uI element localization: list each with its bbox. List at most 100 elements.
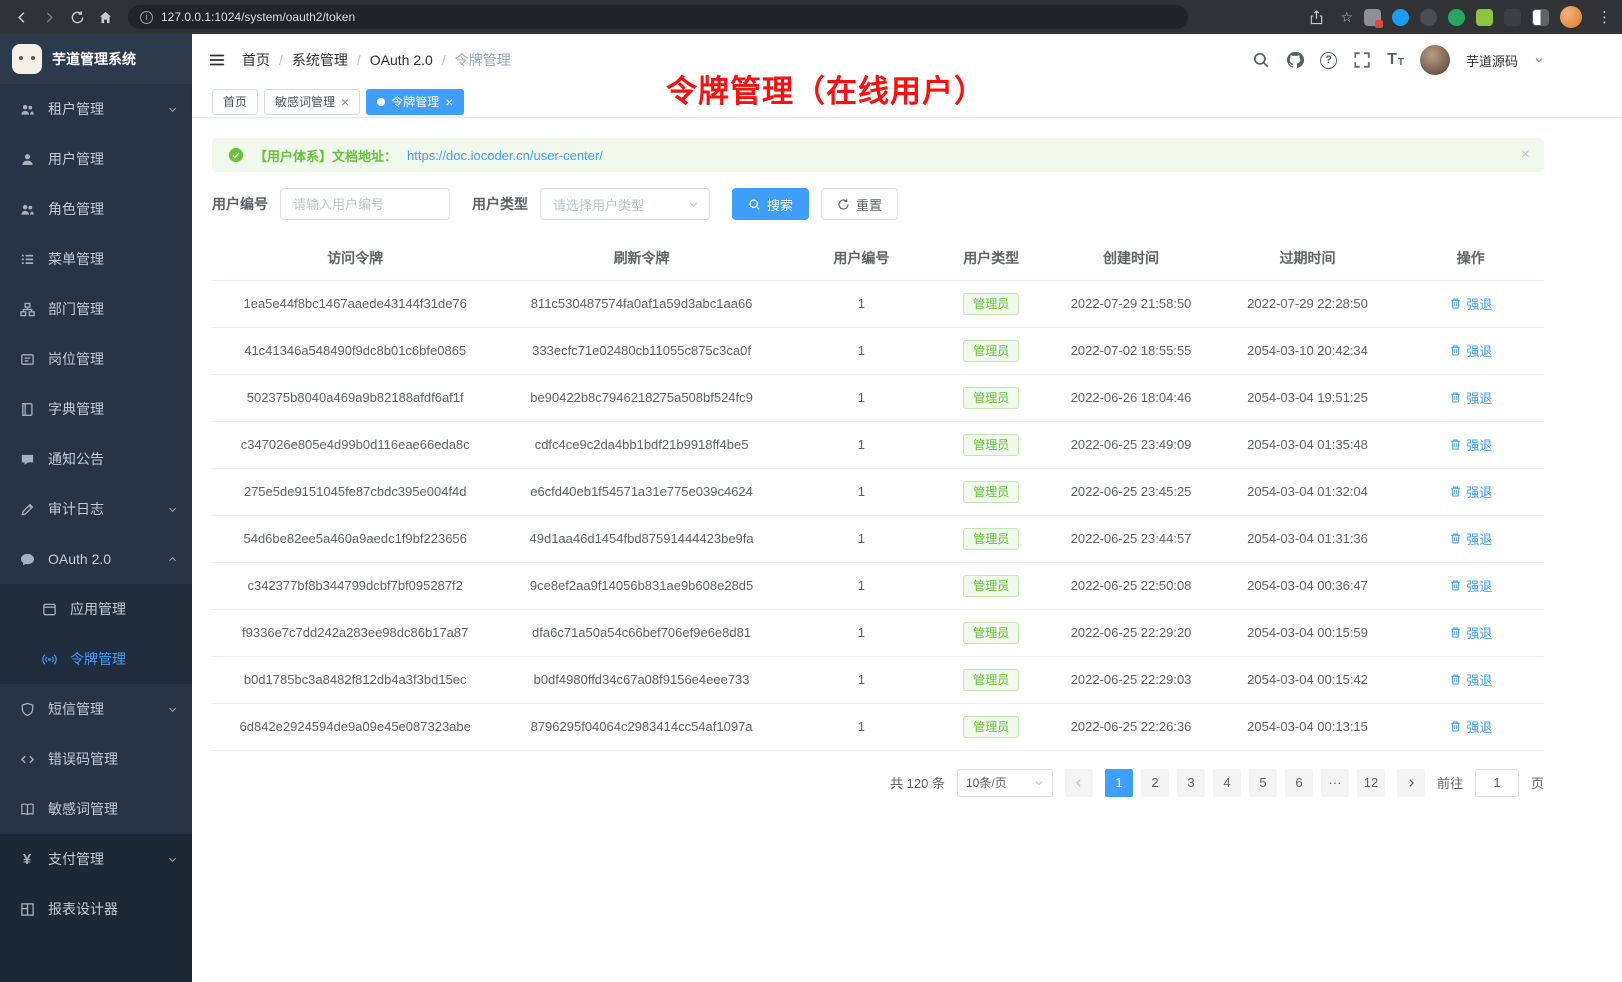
site-info-icon[interactable]: i bbox=[140, 11, 153, 24]
force-logout-button[interactable]: 强退 bbox=[1449, 670, 1492, 689]
forward-icon[interactable] bbox=[36, 4, 62, 30]
extension-icon[interactable] bbox=[1476, 9, 1493, 26]
badge-icon bbox=[19, 351, 35, 367]
table-header-row: 访问令牌 刷新令牌 用户编号 用户类型 创建时间 过期时间 操作 bbox=[212, 236, 1544, 280]
trash-icon bbox=[1449, 720, 1462, 733]
trash-icon bbox=[1449, 579, 1462, 592]
address-bar[interactable]: i 127.0.0.1:1024/system/oauth2/token bbox=[128, 5, 1188, 29]
help-icon[interactable]: ? bbox=[1320, 52, 1337, 69]
force-logout-button[interactable]: 强退 bbox=[1449, 576, 1492, 595]
extension-icon[interactable] bbox=[1504, 9, 1521, 26]
breadcrumb-home[interactable]: 首页 bbox=[242, 50, 270, 70]
sidebar-item-dept[interactable]: 部门管理 bbox=[0, 284, 192, 334]
sidebar-item-dict[interactable]: 字典管理 bbox=[0, 384, 192, 434]
force-logout-button[interactable]: 强退 bbox=[1449, 623, 1492, 642]
breadcrumb-system[interactable]: 系统管理 bbox=[292, 50, 348, 70]
extension-icon[interactable] bbox=[1448, 9, 1465, 26]
sidebar-item-error-code[interactable]: 错误码管理 bbox=[0, 734, 192, 784]
force-logout-button[interactable]: 强退 bbox=[1449, 294, 1492, 313]
user-type-select[interactable]: 请选择用户类型 bbox=[540, 188, 710, 220]
extension-icon[interactable] bbox=[1364, 9, 1381, 26]
sidebar-item-audit-log[interactable]: 审计日志 bbox=[0, 484, 192, 534]
user-id-cell: 1 bbox=[785, 515, 938, 562]
page-button[interactable]: 2 bbox=[1141, 769, 1169, 797]
trash-icon bbox=[1449, 297, 1462, 310]
page-size-select[interactable]: 10条/页 bbox=[957, 769, 1053, 797]
sidebar-menu: 租户管理 用户管理 角色管理 菜单管理 部门管理 岗位管理 bbox=[0, 84, 192, 982]
reload-icon[interactable] bbox=[64, 4, 90, 30]
search-icon[interactable] bbox=[1252, 51, 1270, 69]
sidebar-item-report-designer[interactable]: 报表设计器 bbox=[0, 884, 192, 934]
force-logout-button[interactable]: 强退 bbox=[1449, 435, 1492, 454]
side-panel-icon[interactable] bbox=[1532, 9, 1549, 26]
search-button[interactable]: 搜索 bbox=[732, 188, 809, 220]
close-icon[interactable]: × bbox=[445, 95, 453, 109]
extension-icon[interactable] bbox=[1420, 9, 1437, 26]
browser-profile-avatar[interactable] bbox=[1560, 6, 1582, 28]
user-type-cell: 管理员 bbox=[938, 421, 1045, 468]
close-icon[interactable]: × bbox=[341, 95, 349, 109]
github-icon[interactable] bbox=[1286, 51, 1304, 69]
force-logout-button[interactable]: 强退 bbox=[1449, 717, 1492, 736]
sidebar-item-oauth-token[interactable]: 令牌管理 bbox=[0, 634, 192, 684]
extension-icon[interactable] bbox=[1392, 9, 1409, 26]
home-icon[interactable] bbox=[92, 4, 118, 30]
action-cell: 强退 bbox=[1397, 327, 1544, 374]
force-logout-button[interactable]: 强退 bbox=[1449, 482, 1492, 501]
trash-icon bbox=[1449, 344, 1462, 357]
user-type-label: 用户类型 bbox=[472, 194, 528, 214]
user-name[interactable]: 芋道源码 bbox=[1466, 51, 1518, 70]
user-id-input[interactable] bbox=[280, 188, 450, 220]
sidebar-item-sensitive-words[interactable]: 敏感词管理 bbox=[0, 784, 192, 834]
page-button[interactable]: 6 bbox=[1285, 769, 1313, 797]
sidebar-item-user[interactable]: 用户管理 bbox=[0, 134, 192, 184]
page-button[interactable]: 4 bbox=[1213, 769, 1241, 797]
breadcrumb-oauth[interactable]: OAuth 2.0 bbox=[370, 52, 433, 68]
prev-page-button[interactable] bbox=[1065, 769, 1093, 797]
close-icon[interactable]: × bbox=[1521, 146, 1530, 164]
access-token-cell: 275e5de9151045fe87cbdc395e004f4d bbox=[212, 468, 498, 515]
fullscreen-icon[interactable] bbox=[1353, 51, 1371, 69]
force-logout-button[interactable]: 强退 bbox=[1449, 529, 1492, 548]
sidebar-item-post[interactable]: 岗位管理 bbox=[0, 334, 192, 384]
tab-home[interactable]: 首页 bbox=[212, 89, 258, 115]
chevron-down-icon[interactable] bbox=[1534, 55, 1544, 65]
bookmark-star-icon[interactable]: ☆ bbox=[1340, 9, 1353, 26]
doc-link[interactable]: https://doc.iocoder.cn/user-center/ bbox=[407, 148, 603, 163]
browser-menu-icon[interactable]: ⋮ bbox=[1597, 8, 1612, 26]
sidebar-item-menu[interactable]: 菜单管理 bbox=[0, 234, 192, 284]
tab-token[interactable]: 令牌管理 × bbox=[366, 89, 464, 115]
reset-button[interactable]: 重置 bbox=[821, 188, 898, 220]
table-row: 275e5de9151045fe87cbdc395e004f4d e6cfd40… bbox=[212, 468, 1544, 515]
page-button[interactable]: 12 bbox=[1357, 769, 1385, 797]
user-avatar[interactable] bbox=[1420, 45, 1450, 75]
user-id-cell: 1 bbox=[785, 609, 938, 656]
sidebar-item-oauth-app[interactable]: 应用管理 bbox=[0, 584, 192, 634]
font-size-icon[interactable]: TT bbox=[1387, 52, 1404, 68]
app-logo[interactable]: 芋道管理系统 bbox=[0, 34, 192, 84]
access-token-cell: b0d1785bc3a8482f812db4a3f3bd15ec bbox=[212, 656, 498, 703]
force-logout-button[interactable]: 强退 bbox=[1449, 341, 1492, 360]
sidebar-item-sms[interactable]: 短信管理 bbox=[0, 684, 192, 734]
page-button[interactable]: 3 bbox=[1177, 769, 1205, 797]
user-id-cell: 1 bbox=[785, 656, 938, 703]
sidebar-item-oauth[interactable]: OAuth 2.0 bbox=[0, 534, 192, 584]
page-button[interactable]: ··· bbox=[1321, 769, 1349, 797]
sidebar-item-role[interactable]: 角色管理 bbox=[0, 184, 192, 234]
doc-alert: 【用户体系】文档地址： https://doc.iocoder.cn/user-… bbox=[212, 138, 1544, 172]
hamburger-icon[interactable] bbox=[208, 51, 226, 69]
page-button[interactable]: 1 bbox=[1105, 769, 1133, 797]
sidebar-item-pay[interactable]: ¥ 支付管理 bbox=[0, 834, 192, 884]
goto-page-input[interactable] bbox=[1475, 769, 1519, 797]
browser-toolbar: i 127.0.0.1:1024/system/oauth2/token ☆ ⋮ bbox=[0, 0, 1622, 34]
share-icon[interactable] bbox=[1303, 4, 1329, 30]
page-button[interactable]: 5 bbox=[1249, 769, 1277, 797]
next-page-button[interactable] bbox=[1397, 769, 1425, 797]
tab-sensitive-words[interactable]: 敏感词管理 × bbox=[264, 89, 360, 115]
sidebar-item-tenant[interactable]: 租户管理 bbox=[0, 84, 192, 134]
col-expire-time: 过期时间 bbox=[1218, 236, 1398, 280]
refresh-token-cell: cdfc4ce9c2da4bb1bdf21b9918ff4be5 bbox=[498, 421, 784, 468]
force-logout-button[interactable]: 强退 bbox=[1449, 388, 1492, 407]
sidebar-item-notice[interactable]: 通知公告 bbox=[0, 434, 192, 484]
back-icon[interactable] bbox=[8, 4, 34, 30]
